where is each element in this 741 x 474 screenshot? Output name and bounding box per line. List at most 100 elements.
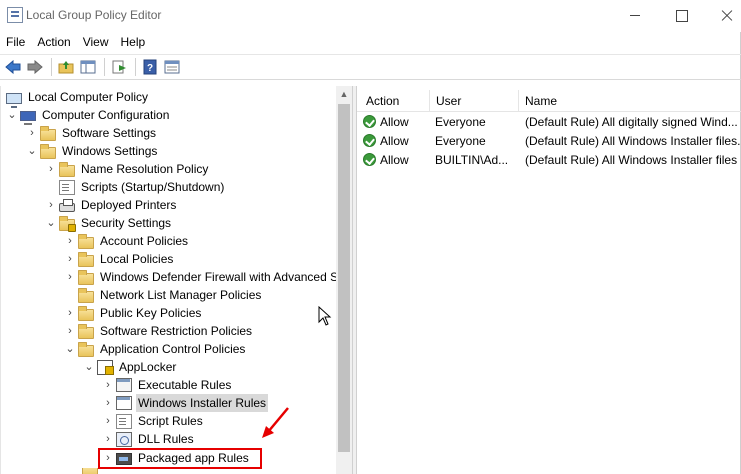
back-icon [5, 60, 21, 74]
chevron-down-icon[interactable]: ⌄ [45, 214, 57, 232]
tree-item-label: Local Policies [100, 252, 174, 266]
cell-user: BUILTIN\Ad... [435, 153, 509, 167]
tree-item-deployed-printers[interactable]: › Deployed Printers [45, 196, 178, 214]
tree-item-label: Script Rules [138, 414, 203, 428]
tree-item-label: Deployed Printers [81, 198, 177, 212]
tree-item-label: Windows Settings [62, 144, 158, 158]
close-button[interactable] [704, 0, 741, 30]
menu-view[interactable]: View [77, 32, 115, 52]
tree-item-name-resolution-policy[interactable]: › Name Resolution Policy [45, 160, 210, 178]
list-pane: Action User Name Allow Everyone (Default… [357, 86, 741, 474]
tree-item-applocker[interactable]: ⌄ AppLocker [83, 358, 178, 376]
title-bar: Local Group Policy Editor [0, 0, 741, 32]
toolbar: ? [0, 54, 741, 80]
tree-item-executable-rules[interactable]: › Executable Rules [102, 376, 233, 394]
cell-name: (Default Rule) All Windows Installer fil… [525, 153, 738, 167]
tree-scrollbar[interactable]: ▲ [336, 86, 352, 474]
tree-item-label: Windows Defender Firewall with Advanced … [100, 270, 339, 284]
toolbar-separator [51, 58, 52, 76]
back-button[interactable] [3, 57, 23, 77]
export-list-button[interactable] [109, 57, 129, 77]
chevron-down-icon[interactable]: ⌄ [83, 358, 95, 376]
column-header-user[interactable]: User [429, 90, 518, 112]
folder-icon [40, 143, 56, 159]
chevron-right-icon[interactable]: › [45, 160, 57, 178]
tree-item-label: Computer Configuration [42, 108, 170, 122]
help-icon: ? [143, 59, 157, 75]
chevron-right-icon[interactable]: › [64, 268, 76, 286]
forward-icon [27, 60, 43, 74]
maximize-button[interactable] [658, 0, 704, 30]
cell-user: Everyone [435, 115, 486, 129]
menu-action[interactable]: Action [31, 32, 76, 52]
chevron-right-icon[interactable]: › [64, 250, 76, 268]
window-title: Local Group Policy Editor [26, 8, 162, 22]
script-icon [59, 180, 75, 195]
menu-file[interactable]: File [0, 32, 31, 52]
chevron-down-icon[interactable]: ⌄ [64, 340, 76, 358]
chevron-down-icon[interactable]: ⌄ [6, 106, 18, 124]
minimize-button[interactable] [612, 0, 658, 30]
folder-icon [78, 323, 94, 339]
menu-help[interactable]: Help [115, 32, 152, 52]
folder-icon [78, 305, 94, 321]
show-hide-tree-button[interactable] [78, 57, 98, 77]
tree-item-account-policies[interactable]: › Account Policies [64, 232, 190, 250]
folder-icon [78, 251, 94, 267]
allow-check-icon [363, 153, 376, 167]
list-row[interactable]: Allow BUILTIN\Ad... (Default Rule) All W… [357, 151, 741, 170]
chevron-right-icon[interactable]: › [64, 232, 76, 250]
tree-item-windows-defender-firewall[interactable]: › Windows Defender Firewall with Advance… [64, 268, 340, 286]
scroll-up-icon[interactable]: ▲ [336, 86, 352, 102]
tree-item-script-rules[interactable]: › Script Rules [102, 412, 205, 430]
tree-item-local-computer-policy[interactable]: Local Computer Policy [6, 88, 150, 108]
export-list-icon [112, 60, 126, 74]
chevron-right-icon[interactable]: › [102, 394, 114, 412]
tree-item-label: Software Settings [62, 126, 157, 140]
chevron-down-icon[interactable]: ⌄ [26, 142, 38, 160]
column-header-name[interactable]: Name [518, 90, 738, 112]
tree-item-computer-configuration[interactable]: ⌄ Computer Configuration [6, 106, 171, 125]
list-row[interactable]: Allow Everyone (Default Rule) All Window… [357, 132, 741, 151]
printer-icon [59, 199, 75, 212]
folder-icon [78, 233, 94, 249]
tree-pane: Local Computer Policy ⌄ Computer Configu… [0, 86, 352, 474]
tree-item-label: Software Restriction Policies [100, 324, 253, 338]
cell-name: (Default Rule) All Windows Installer fil… [525, 134, 740, 148]
forward-button[interactable] [25, 57, 45, 77]
show-hide-tree-icon [80, 60, 96, 74]
cell-name: (Default Rule) All digitally signed Wind… [525, 115, 738, 129]
tree-item-windows-settings[interactable]: ⌄ Windows Settings [26, 142, 159, 160]
chevron-right-icon[interactable]: › [102, 412, 114, 430]
chevron-right-icon[interactable]: › [102, 430, 114, 448]
chevron-right-icon[interactable]: › [64, 322, 76, 340]
list-row[interactable]: Allow Everyone (Default Rule) All digita… [357, 113, 741, 132]
tree-item-dll-rules[interactable]: › DLL Rules [102, 430, 196, 448]
tree-item-local-policies[interactable]: › Local Policies [64, 250, 175, 268]
cell-action: Allow [363, 151, 431, 170]
chevron-right-icon[interactable]: › [64, 304, 76, 322]
up-folder-button[interactable] [56, 57, 76, 77]
folder-icon [82, 468, 98, 474]
tree-item-network-list-manager[interactable]: Network List Manager Policies [78, 286, 263, 304]
chevron-right-icon[interactable]: › [26, 124, 38, 142]
tree-item-windows-installer-rules[interactable]: › Windows Installer Rules [102, 394, 269, 412]
tree-item-software-settings[interactable]: › Software Settings [26, 124, 158, 142]
chevron-right-icon[interactable]: › [102, 376, 114, 394]
properties-button[interactable] [162, 57, 182, 77]
scroll-thumb[interactable] [338, 104, 350, 452]
tree-item-scripts[interactable]: Scripts (Startup/Shutdown) [59, 178, 226, 196]
column-header-action[interactable]: Action [359, 90, 429, 112]
properties-icon [164, 60, 180, 74]
tree-item-application-control-policies[interactable]: ⌄ Application Control Policies [64, 340, 247, 358]
help-button[interactable]: ? [140, 57, 160, 77]
tree-item-public-key-policies[interactable]: › Public Key Policies [64, 304, 203, 322]
toolbar-separator [135, 58, 136, 76]
script-rules-icon [116, 414, 132, 429]
folder-icon [78, 287, 94, 303]
folder-icon [78, 269, 94, 285]
tree-item-software-restriction-policies[interactable]: › Software Restriction Policies [64, 322, 254, 340]
action-text: Allow [380, 115, 409, 129]
chevron-right-icon[interactable]: › [45, 196, 57, 214]
tree-item-security-settings[interactable]: ⌄ Security Settings [45, 214, 173, 232]
